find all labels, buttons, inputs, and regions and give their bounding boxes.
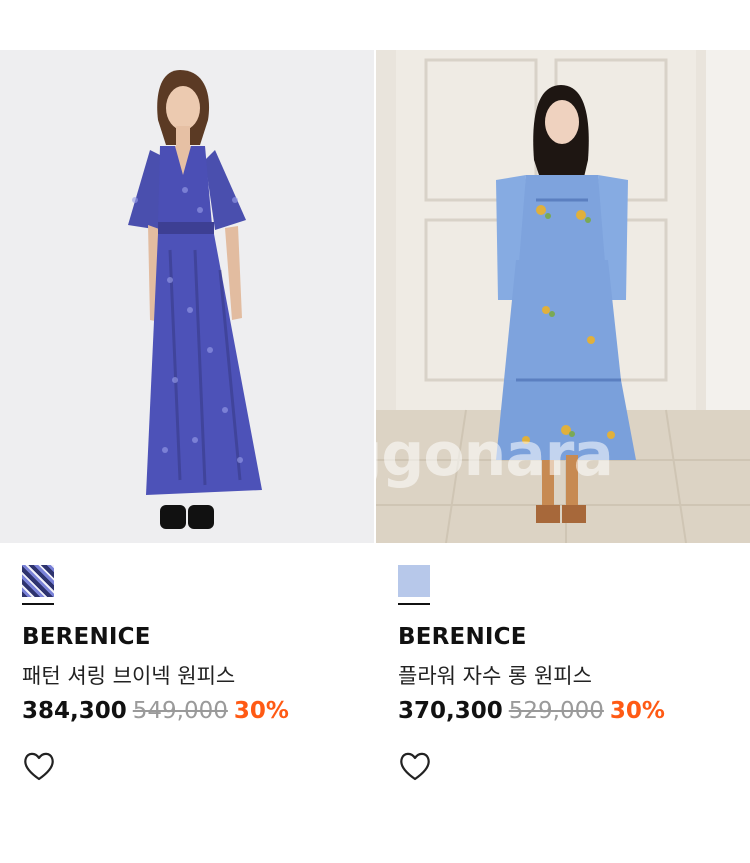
price-row: 384,300 549,000 30%	[22, 698, 289, 724]
product-image[interactable]: Joonggonara	[376, 50, 750, 543]
brand-name[interactable]: BERENICE	[22, 624, 151, 650]
sale-price: 370,300	[398, 698, 503, 724]
sale-price: 384,300	[22, 698, 127, 724]
heart-outline-icon	[400, 752, 430, 781]
brand-name[interactable]: BERENICE	[398, 624, 527, 650]
price-row: 370,300 529,000 30%	[398, 698, 665, 724]
swatch-selected-indicator	[398, 603, 430, 605]
product-name[interactable]: 패턴 셔링 브이넥 원피스	[22, 660, 235, 690]
product-card[interactable]: BERENICE 패턴 셔링 브이넥 원피스 384,300 549,000 30%	[0, 50, 374, 863]
product-image[interactable]	[0, 50, 374, 543]
swatch-selected-indicator	[22, 603, 54, 605]
like-button[interactable]	[398, 750, 432, 782]
discount-rate: 30%	[233, 698, 289, 724]
product-name[interactable]: 플라워 자수 롱 원피스	[398, 660, 592, 690]
like-button[interactable]	[22, 750, 56, 782]
color-swatch[interactable]	[22, 565, 54, 597]
original-price: 549,000	[132, 698, 228, 724]
color-swatch[interactable]	[398, 565, 430, 597]
discount-rate: 30%	[609, 698, 665, 724]
original-price: 529,000	[508, 698, 604, 724]
product-card[interactable]: Joonggonara BERENICE 플라워 자수 롱 원피스 370,30…	[376, 50, 750, 863]
heart-outline-icon	[24, 752, 54, 781]
product-grid: BERENICE 패턴 셔링 브이넥 원피스 384,300 549,000 30%	[0, 50, 750, 863]
